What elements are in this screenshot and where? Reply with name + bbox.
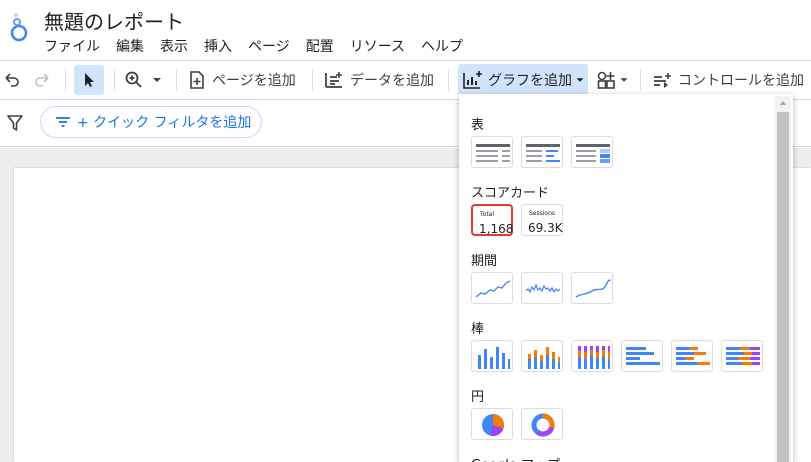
chart-option-table-bars[interactable] <box>521 136 563 168</box>
section-bar-label: 棒 <box>471 322 485 337</box>
add-control-label: コントロールを追加 <box>678 73 804 89</box>
percent-bar-icon <box>726 347 760 365</box>
add-data-button[interactable]: データを追加 <box>324 61 434 99</box>
quick-filter-button[interactable]: + クイック フィルタを追加 <box>40 106 262 138</box>
column-chart-icon <box>478 347 510 369</box>
scorecard-compact-value: 69.3K <box>528 221 563 235</box>
chart-option-table[interactable] <box>471 136 513 168</box>
redo-button[interactable] <box>32 61 52 99</box>
scroll-up-arrow-icon[interactable] <box>779 99 787 107</box>
components-icon <box>597 71 615 89</box>
add-data-label: データを追加 <box>350 73 434 89</box>
menu-file[interactable]: ファイル <box>44 36 100 56</box>
chart-option-column[interactable] <box>471 340 513 372</box>
add-page-icon <box>190 71 204 89</box>
scorecard-value: 1,168 <box>479 222 514 236</box>
select-tool-button[interactable] <box>74 65 104 95</box>
caret-down-icon <box>153 78 161 82</box>
report-title[interactable]: 無題のレポート <box>44 6 184 35</box>
section-table-label: 表 <box>471 118 485 133</box>
bar-chart-icon <box>626 347 660 365</box>
menu-insert[interactable]: 挿入 <box>204 36 232 56</box>
undo-button[interactable] <box>2 61 22 99</box>
pie-chart-icon <box>482 413 505 437</box>
add-page-label: ページを追加 <box>212 73 296 89</box>
chart-option-scorecard-compact[interactable]: Sessions 69.3K <box>521 204 563 236</box>
sparkline-icon <box>525 283 561 294</box>
dropdown-scrollbar-thumb[interactable] <box>777 112 789 462</box>
chart-option-timeseries-sparkline[interactable] <box>521 272 563 304</box>
percent-column-icon <box>578 346 610 369</box>
stacked-column-icon <box>528 347 560 369</box>
chart-option-timeseries-smoothed[interactable] <box>571 272 613 304</box>
menu-edit[interactable]: 編集 <box>116 36 144 56</box>
menu-arrange[interactable]: 配置 <box>306 36 334 56</box>
chart-option-bar-100[interactable] <box>721 340 763 372</box>
undo-icon <box>5 73 19 87</box>
chart-option-table-heatmap[interactable] <box>571 136 613 168</box>
table-icon <box>476 144 510 162</box>
menu-page[interactable]: ページ <box>248 36 290 56</box>
section-geo-label: Google マップ <box>471 454 560 462</box>
caret-down-icon <box>576 78 584 82</box>
chart-option-bar-stacked[interactable] <box>671 340 713 372</box>
chart-option-column-100[interactable] <box>571 340 613 372</box>
add-control-icon <box>654 73 671 88</box>
add-data-icon <box>325 72 342 88</box>
scorecard-compact-label: Sessions <box>529 210 556 217</box>
filter-icon[interactable] <box>6 114 24 132</box>
section-pie-label: 円 <box>471 390 485 405</box>
section-timeseries-label: 期間 <box>471 254 498 269</box>
add-chart-dropdown: 表 スコアカード Total 1,168 Sessions 69.3K 期間 棒… <box>459 94 793 462</box>
chart-option-bar[interactable] <box>621 340 663 372</box>
chart-option-pie[interactable] <box>471 408 513 440</box>
add-chart-button[interactable]: グラフを追加 <box>458 64 588 96</box>
menu-bar: ファイル 編集 表示 挿入 ページ 配置 リソース ヘルプ <box>44 36 479 56</box>
zoom-in-icon <box>125 71 142 88</box>
filter-list-icon <box>56 117 70 127</box>
table-heatmap-icon <box>576 144 610 163</box>
add-chart-icon <box>463 71 482 89</box>
add-chart-label: グラフを追加 <box>488 73 572 89</box>
menu-view[interactable]: 表示 <box>160 36 188 56</box>
section-scorecard-label: スコアカード <box>471 186 550 201</box>
quick-filter-label: + クイック フィルタを追加 <box>77 115 252 131</box>
chart-option-donut[interactable] <box>521 408 563 440</box>
smoothed-line-icon <box>575 279 611 298</box>
stacked-bar-icon <box>676 347 710 365</box>
chart-option-column-stacked[interactable] <box>521 340 563 372</box>
add-page-button[interactable]: ページを追加 <box>188 61 296 99</box>
redo-icon <box>35 73 49 87</box>
chart-option-timeseries[interactable] <box>471 272 513 304</box>
cursor-icon <box>85 73 94 87</box>
scorecard-label: Total <box>480 211 495 218</box>
chart-option-scorecard[interactable]: Total 1,168 <box>471 204 513 236</box>
caret-down-icon <box>620 78 628 82</box>
donut-chart-icon <box>531 413 555 437</box>
line-chart-icon <box>475 280 511 298</box>
zoom-button[interactable] <box>124 61 164 99</box>
menu-resource[interactable]: リソース <box>350 36 405 56</box>
looker-studio-logo-icon <box>10 13 28 42</box>
table-bars-icon <box>526 144 560 162</box>
menu-help[interactable]: ヘルプ <box>421 36 463 56</box>
